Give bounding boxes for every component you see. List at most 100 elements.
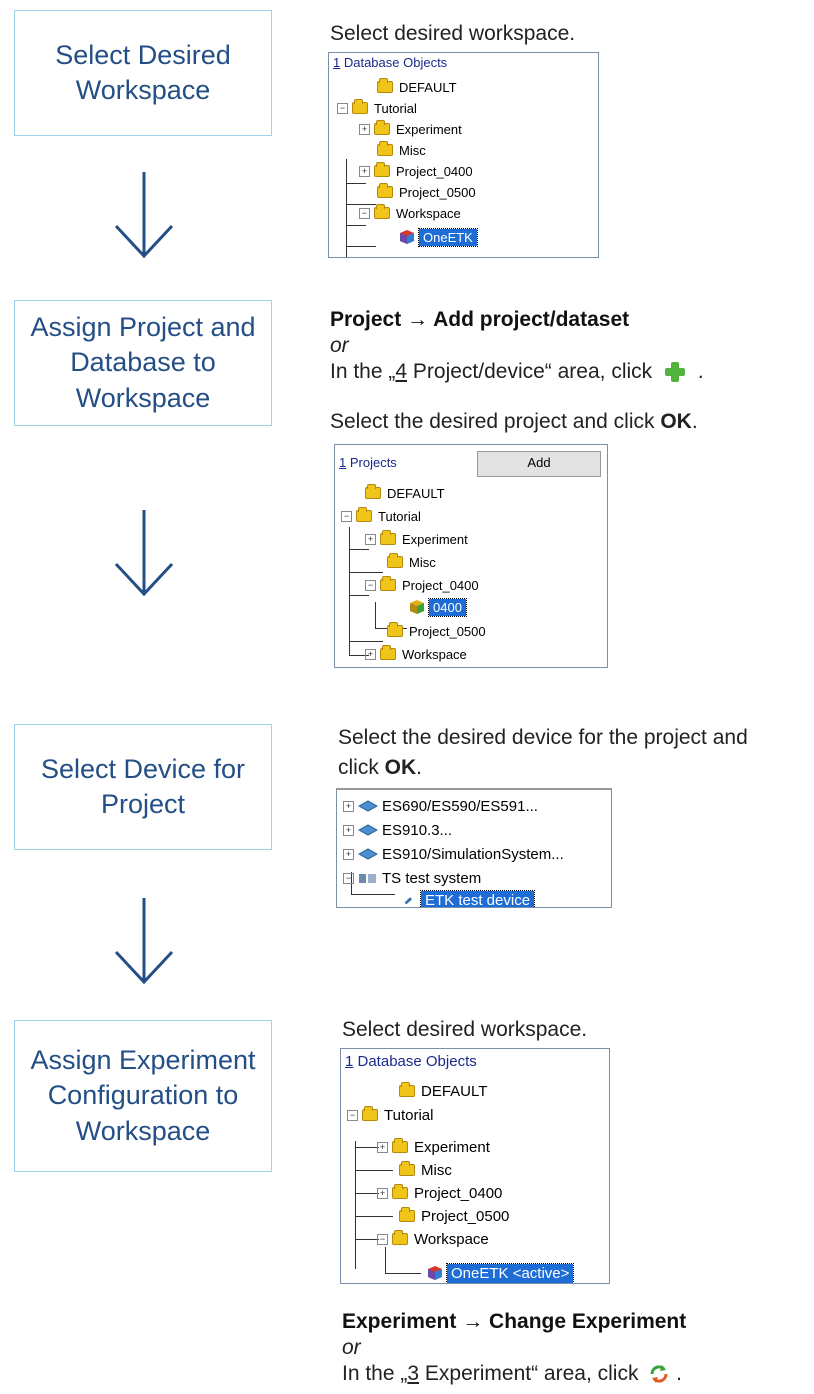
folder-icon	[387, 553, 403, 568]
down-arrow-icon	[112, 508, 176, 598]
tree-item-project-0400[interactable]: + Project_0400	[359, 161, 473, 181]
step2-menu-path: Project → Add project/dataset	[330, 308, 630, 331]
database-objects-panel: 1 Database Objects DEFAULT − Tutorial + Ex…	[340, 1048, 610, 1284]
expand-icon[interactable]: +	[359, 165, 370, 177]
step4-instruction: Select desired workspace.	[342, 1018, 588, 1041]
step4-menu-path: Experiment → Change Experiment	[342, 1310, 687, 1333]
expand-icon[interactable]: +	[343, 848, 354, 860]
tree-item-tutorial[interactable]: − Tutorial	[341, 506, 421, 526]
expand-icon[interactable]: +	[359, 123, 370, 135]
folder-icon	[380, 576, 396, 591]
tree-item-misc[interactable]: Misc	[399, 1160, 452, 1180]
folder-icon	[377, 141, 393, 156]
folder-icon	[365, 484, 381, 499]
step3-line2: click OK.	[338, 756, 423, 779]
collapse-icon[interactable]: −	[377, 1233, 388, 1245]
tree-item-ts-test-system[interactable]: − TS test system	[343, 868, 481, 888]
expand-icon[interactable]: +	[377, 1187, 388, 1199]
hardware-device-icon	[358, 824, 378, 836]
folder-icon	[377, 183, 393, 198]
folder-icon	[352, 99, 368, 114]
tree-item-es690[interactable]: + ES690/ES590/ES591...	[343, 796, 538, 816]
step4-area-text: In the „3 Experiment“ area, click .	[342, 1362, 682, 1385]
step-box-assign-experiment: Assign Experiment Configuration to Works…	[14, 1020, 272, 1172]
folder-icon	[392, 1230, 408, 1245]
folder-icon	[362, 1106, 378, 1121]
tree-item-experiment[interactable]: + Experiment	[359, 119, 462, 139]
etk-device-icon	[404, 897, 413, 905]
tree-item-tutorial[interactable]: − Tutorial	[347, 1105, 433, 1125]
test-system-icon	[359, 874, 376, 883]
tree-item-workspace[interactable]: − Workspace	[359, 203, 461, 223]
database-objects-panel: 1 Database Objects DEFAULT − Tutorial + Ex…	[328, 52, 599, 258]
folder-icon	[392, 1184, 408, 1199]
expand-icon[interactable]: +	[365, 648, 376, 660]
tree-item-misc[interactable]: Misc	[387, 552, 436, 572]
folder-icon	[380, 530, 396, 545]
folder-icon	[356, 507, 372, 522]
folder-icon	[374, 120, 390, 135]
step-label: Assign Experiment Configuration to Works…	[30, 1045, 256, 1146]
tree-item-es910-3[interactable]: + ES910.3...	[343, 820, 452, 840]
step4-or: or	[342, 1336, 361, 1359]
collapse-icon[interactable]: −	[347, 1109, 358, 1121]
collapse-icon[interactable]: −	[337, 102, 348, 114]
change-experiment-icon[interactable]	[648, 1363, 670, 1385]
folder-icon	[380, 645, 396, 660]
folder-icon	[377, 78, 393, 93]
collapse-icon[interactable]: −	[365, 579, 376, 591]
expand-icon[interactable]: +	[343, 824, 354, 836]
tree-item-workspace[interactable]: − Workspace	[377, 1229, 489, 1249]
tree-item-experiment[interactable]: + Experiment	[377, 1137, 490, 1157]
tree-item-oneetk-active[interactable]: OneETK <active>	[427, 1262, 575, 1283]
step-box-select-workspace: Select Desired Workspace	[14, 10, 272, 136]
step-box-assign-project: Assign Project and Database to Workspace	[14, 300, 272, 426]
folder-icon	[399, 1207, 415, 1222]
step-box-select-device: Select Device for Project	[14, 724, 272, 850]
down-arrow-icon	[112, 170, 176, 260]
add-plus-icon[interactable]	[664, 361, 686, 383]
collapse-icon[interactable]: −	[341, 510, 352, 522]
panel-title: 1 Database Objects	[333, 55, 448, 70]
expand-icon[interactable]: +	[377, 1141, 388, 1153]
hardware-device-icon	[358, 800, 378, 812]
workspace-cube-icon	[428, 1266, 442, 1280]
tree-item-misc[interactable]: Misc	[377, 140, 426, 160]
tree-item-default[interactable]: DEFAULT	[365, 483, 445, 503]
expand-icon[interactable]: +	[365, 533, 376, 545]
tree-item-tutorial[interactable]: − Tutorial	[337, 98, 417, 118]
tree-item-project-0500[interactable]: Project_0500	[387, 621, 486, 641]
tree-item-oneetk[interactable]: OneETK	[399, 227, 478, 247]
tree-item-project-0500[interactable]: Project_0500	[399, 1206, 509, 1226]
step-label: Select Device for Project	[40, 753, 246, 819]
step3-line1: Select the desired device for the projec…	[338, 726, 748, 749]
folder-icon	[392, 1138, 408, 1153]
tree-item-workspace[interactable]: + Workspace	[365, 644, 467, 664]
step-label: Select Desired Workspace	[55, 39, 231, 105]
workspace-cube-icon	[400, 230, 414, 244]
device-tree-panel: + ES690/ES590/ES591... + ES910.3... + ES…	[336, 788, 612, 908]
expand-icon[interactable]: +	[343, 800, 354, 812]
collapse-icon[interactable]: −	[343, 872, 354, 884]
step1-instruction: Select desired workspace.	[330, 22, 576, 45]
step2-area-text: In the „4 Project/device“ area, click .	[330, 360, 704, 383]
add-button[interactable]: Add	[477, 451, 601, 477]
down-arrow-icon	[112, 896, 176, 986]
folder-icon	[374, 204, 390, 219]
tree-item-etk-test-device[interactable]: ETK test device	[403, 889, 536, 907]
tree-item-es910-sim[interactable]: + ES910/SimulationSystem...	[343, 844, 564, 864]
step2-select-text: Select the desired project and click OK.	[330, 410, 698, 433]
tree-item-default[interactable]: DEFAULT	[377, 77, 457, 97]
tree-item-default[interactable]: DEFAULT	[399, 1081, 487, 1101]
tree-item-experiment[interactable]: + Experiment	[365, 529, 468, 549]
collapse-icon[interactable]: −	[359, 207, 370, 219]
panel-title: 1 Projects	[339, 455, 397, 470]
tree-item-project-0400[interactable]: − Project_0400	[365, 575, 479, 595]
folder-icon	[399, 1161, 415, 1176]
folder-icon	[399, 1082, 415, 1097]
panel-title: 1 Database Objects	[345, 1053, 477, 1070]
tree-item-0400[interactable]: 0400	[409, 597, 467, 617]
tree-item-project-0500[interactable]: Project_0500	[377, 182, 476, 202]
tree-item-project-0400[interactable]: + Project_0400	[377, 1183, 502, 1203]
hardware-device-icon	[358, 848, 378, 860]
